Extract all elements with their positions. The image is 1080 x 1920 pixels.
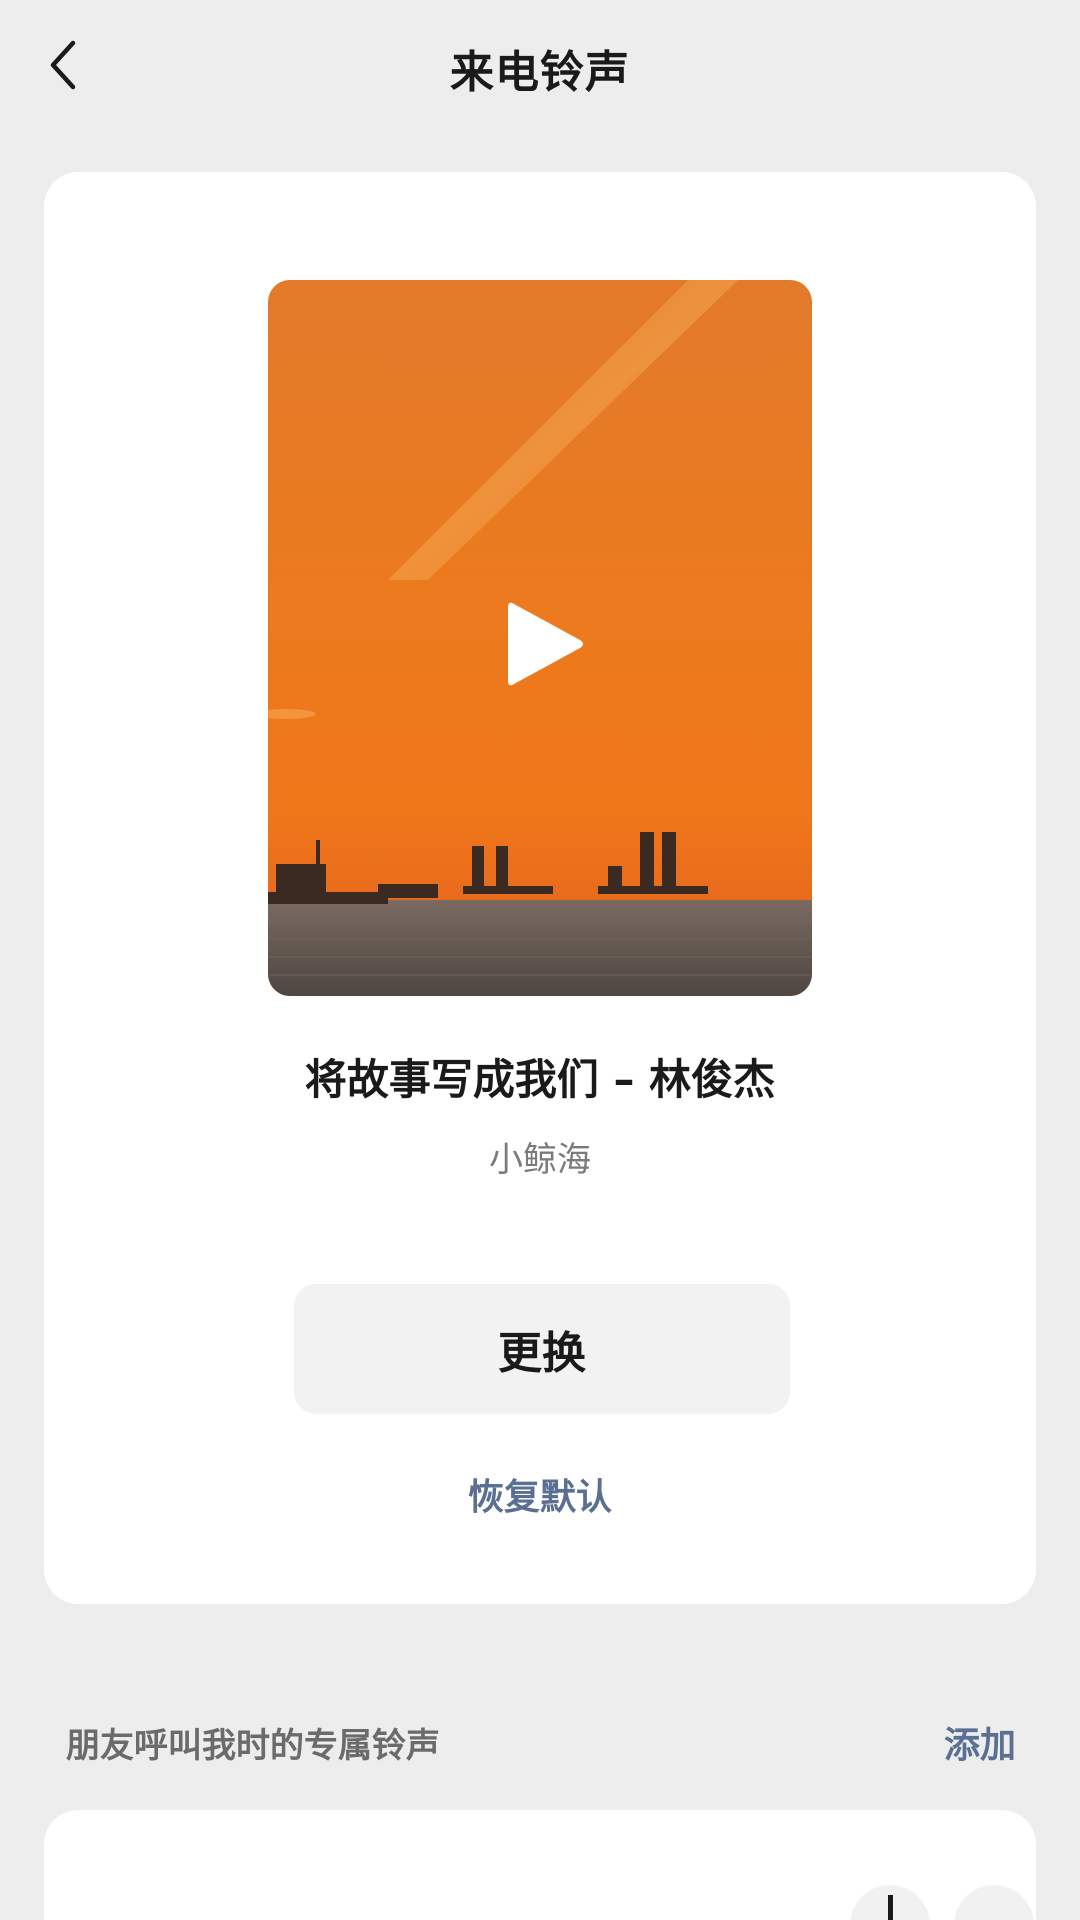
music-note-icon[interactable] xyxy=(850,1885,930,1920)
friends-ringtone-section-title: 朋友呼叫我时的专属铃声 xyxy=(66,1726,440,1766)
play-icon[interactable] xyxy=(500,596,590,692)
ringtone-cover-video[interactable] xyxy=(268,280,812,996)
restore-default-link[interactable]: 恢复默认 xyxy=(44,1468,1036,1520)
top-bar: 来电铃声 xyxy=(0,0,1080,130)
page-title: 来电铃声 xyxy=(450,47,630,98)
song-subtitle: 小鲸海 xyxy=(489,1140,591,1180)
add-friend-ringtone-link[interactable]: 添加 xyxy=(944,1716,1016,1768)
song-title: 将故事写成我们 – 林俊杰 xyxy=(304,1055,776,1104)
ringtone-screen: 来电铃声 将故事写成我们 – 林俊杰 小鲸海 更换 恢复默认 朋友呼叫我时的专属… xyxy=(0,0,1080,1920)
change-ringtone-button[interactable]: 更换 xyxy=(294,1284,790,1414)
more-icon[interactable] xyxy=(954,1885,1034,1920)
current-ringtone-card: 将故事写成我们 – 林俊杰 小鲸海 更换 恢复默认 xyxy=(44,172,1036,1604)
friends-ringtone-card xyxy=(44,1810,1036,1920)
